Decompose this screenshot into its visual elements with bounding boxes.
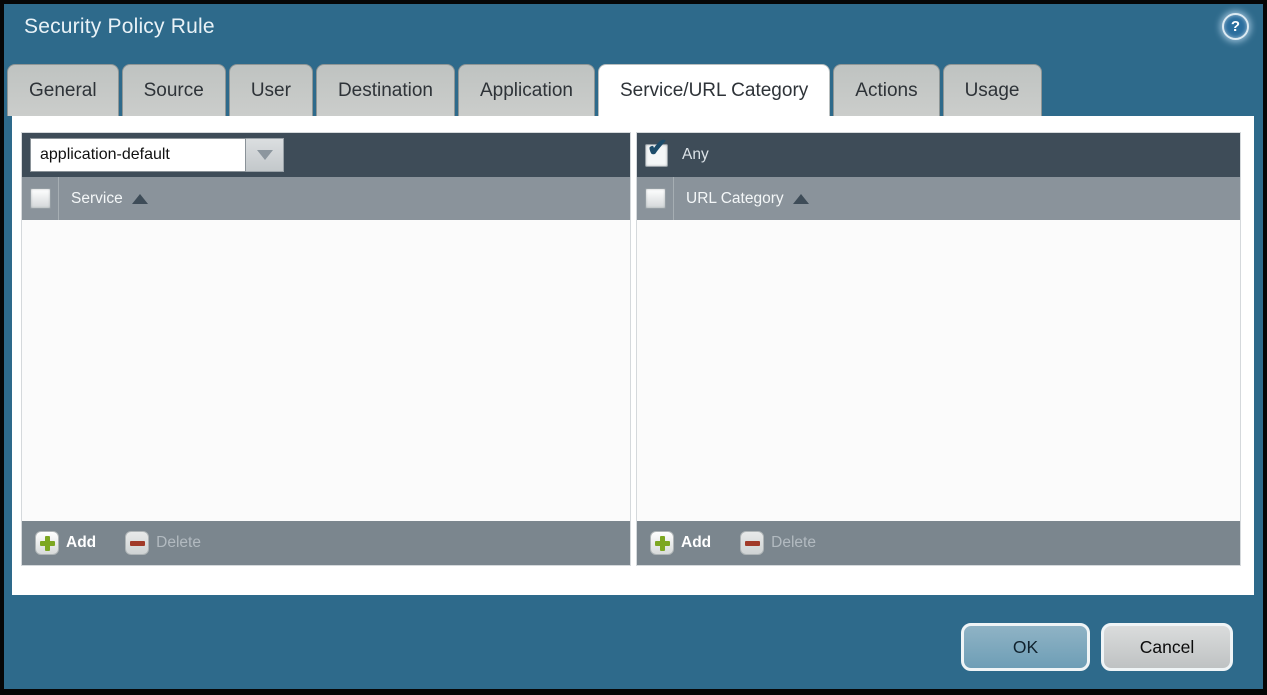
delete-minus-icon [740,531,764,555]
service-column-header-row: Service [22,177,630,220]
add-button-label: Add [66,534,96,552]
check-icon: ✔ [647,136,668,161]
dropdown-arrow-button[interactable] [246,138,284,172]
service-panel-header: application-default [22,133,630,177]
service-panel: application-default Service [22,133,630,565]
ok-button[interactable]: OK [961,623,1090,671]
tab-user[interactable]: User [229,64,313,116]
tab-usage[interactable]: Usage [943,64,1042,116]
url-category-column-label: URL Category [686,190,784,208]
help-glyph: ? [1231,18,1240,35]
url-category-delete-button[interactable]: Delete [740,531,816,555]
delete-button-label: Delete [156,534,201,552]
url-category-select-all-checkbox[interactable] [645,188,666,209]
delete-minus-icon [125,531,149,555]
sort-ascending-icon [132,194,148,204]
url-category-select-all-cell [637,177,674,220]
tab-source[interactable]: Source [122,64,226,116]
cancel-button[interactable]: Cancel [1101,623,1233,671]
tab-service-url-category[interactable]: Service/URL Category [598,64,830,116]
any-option: ✔ Any [645,144,709,167]
url-category-table-body [637,220,1240,521]
any-checkbox[interactable]: ✔ [645,144,668,167]
tab-application[interactable]: Application [458,64,595,116]
url-category-panel-footer: Add Delete [637,521,1240,565]
service-panel-footer: Add Delete [22,521,630,565]
tab-destination[interactable]: Destination [316,64,455,116]
service-table-body [22,220,630,521]
security-policy-rule-dialog: Security Policy Rule ? General Source Us… [0,0,1267,695]
dialog-title: Security Policy Rule [24,15,215,39]
add-plus-icon [35,531,59,555]
add-button-label: Add [681,534,711,552]
sort-ascending-icon [793,194,809,204]
tab-content-area: application-default Service [12,116,1254,595]
url-category-panel: ✔ Any URL Category Add [637,133,1240,565]
service-select-all-checkbox[interactable] [30,188,51,209]
any-label: Any [682,146,709,164]
service-type-dropdown[interactable]: application-default [30,138,284,172]
url-category-add-button[interactable]: Add [650,531,711,555]
tab-actions[interactable]: Actions [833,64,939,116]
service-column-header[interactable]: Service [59,177,148,220]
service-column-label: Service [71,190,123,208]
service-type-dropdown-value[interactable]: application-default [30,138,246,172]
chevron-down-icon [257,150,273,160]
url-category-column-header-row: URL Category [637,177,1240,220]
service-select-all-cell [22,177,59,220]
add-plus-icon [650,531,674,555]
tab-bar: General Source User Destination Applicat… [7,64,1042,116]
service-add-button[interactable]: Add [35,531,96,555]
help-icon[interactable]: ? [1222,13,1249,40]
service-delete-button[interactable]: Delete [125,531,201,555]
url-category-column-header[interactable]: URL Category [674,177,809,220]
delete-button-label: Delete [771,534,816,552]
url-category-panel-header: ✔ Any [637,133,1240,177]
tab-general[interactable]: General [7,64,119,116]
